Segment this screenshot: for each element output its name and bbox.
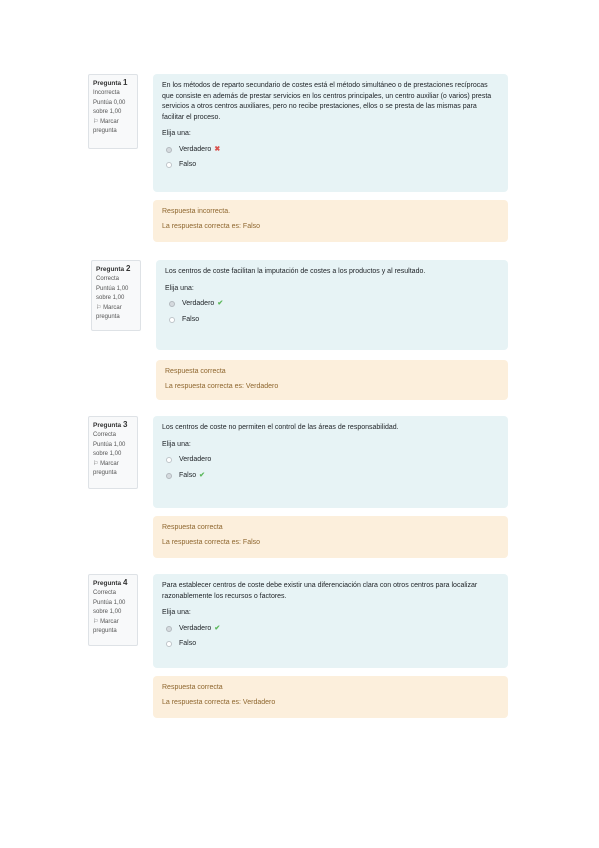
question-feedback: Respuesta correcta La respuesta correcta… xyxy=(153,516,508,558)
incorrect-icon: ✖ xyxy=(214,145,221,153)
answer-option-true[interactable]: Verdadero ✔ xyxy=(166,624,499,635)
feedback-text: Respuesta incorrecta. xyxy=(162,208,231,215)
answer-prompt: Elija una: xyxy=(162,440,191,448)
correct-icon: ✔ xyxy=(199,471,205,479)
question-number-label: Pregunta 3 xyxy=(93,420,128,429)
flag-icon: ⚐ xyxy=(93,461,99,467)
feedback-text: Respuesta correcta xyxy=(162,684,223,691)
question-feedback: Respuesta correcta La respuesta correcta… xyxy=(153,676,508,718)
option-label: Verdadero xyxy=(179,456,212,463)
question-state: Correcta xyxy=(93,431,117,438)
question-grade: Puntúa 1,00 sobre 1,00 xyxy=(96,286,129,301)
flag-question-link[interactable]: ⚐ Marcar pregunta xyxy=(93,118,133,135)
question-feedback: Respuesta correcta La respuesta correcta… xyxy=(156,360,508,400)
question-formulation: Los centros de coste no permiten el cont… xyxy=(153,416,508,508)
answer-prompt: Elija una: xyxy=(162,609,191,616)
question-number-label: Pregunta 2 xyxy=(96,264,131,273)
radio-button[interactable] xyxy=(166,457,172,464)
right-answer-text: La respuesta correcta es: Verdadero xyxy=(162,699,276,706)
flag-question-link[interactable]: ⚐ Marcar pregunta xyxy=(96,304,136,321)
question-grade: Puntúa 1,00 sobre 1,00 xyxy=(93,442,126,457)
answer-option-false[interactable]: Falso xyxy=(166,639,499,650)
question-info: Pregunta 3 Correcta Puntúa 1,00 sobre 1,… xyxy=(88,416,138,489)
option-label: Falso xyxy=(182,315,200,323)
flag-question-link[interactable]: ⚐ Marcar pregunta xyxy=(93,460,133,477)
right-answer-text: La respuesta correcta es: Verdadero xyxy=(165,383,279,390)
question-text: Los centros de coste facilitan la imputa… xyxy=(165,268,426,275)
radio-button[interactable] xyxy=(169,301,175,308)
question-text: Los centros de coste no permiten el cont… xyxy=(162,424,399,431)
answer-option-true[interactable]: Verdadero xyxy=(166,455,499,466)
answer-option-true[interactable]: Verdadero ✔ xyxy=(169,299,499,310)
radio-button[interactable] xyxy=(169,316,175,323)
option-label: Falso xyxy=(179,161,197,168)
question-formulation: En los métodos de reparto secundario de … xyxy=(153,74,508,192)
answer-prompt: Elija una: xyxy=(165,284,194,292)
question-number-label: Pregunta 1 xyxy=(93,78,128,87)
question-formulation: Los centros de coste facilitan la imputa… xyxy=(156,260,508,350)
question-grade: Puntúa 0,00 sobre 1,00 xyxy=(93,100,126,115)
radio-button[interactable] xyxy=(166,146,172,153)
question-feedback: Respuesta incorrecta. La respuesta corre… xyxy=(153,200,508,242)
question-text: En los métodos de reparto secundario de … xyxy=(162,82,492,121)
question-state: Correcta xyxy=(96,275,120,282)
radio-button[interactable] xyxy=(166,472,172,479)
option-label: Falso xyxy=(179,471,197,479)
question-text: Para establecer centros de coste debe ex… xyxy=(162,582,478,600)
correct-icon: ✔ xyxy=(217,300,224,307)
flag-question-link[interactable]: ⚐ Marcar pregunta xyxy=(93,618,133,635)
question-info: Pregunta 1 Incorrecta Puntúa 0,00 sobre … xyxy=(88,74,138,149)
answer-option-false[interactable]: Falso xyxy=(166,160,499,171)
correct-icon: ✔ xyxy=(214,624,221,632)
question-info: Pregunta 4 Correcta Puntúa 1,00 sobre 1,… xyxy=(88,574,138,646)
option-label: Verdadero xyxy=(179,145,212,153)
option-label: Verdadero xyxy=(179,624,212,632)
question-formulation: Para establecer centros de coste debe ex… xyxy=(153,574,508,668)
flag-icon: ⚐ xyxy=(96,305,102,311)
question-state: Incorrecta xyxy=(93,89,120,96)
right-answer-text: La respuesta correcta es: Falso xyxy=(162,223,261,230)
question-state: Correcta xyxy=(93,589,117,596)
answer-option-false[interactable]: Falso ✔ xyxy=(166,471,499,482)
question-info: Pregunta 2 Correcta Puntúa 1,00 sobre 1,… xyxy=(91,260,141,331)
radio-button[interactable] xyxy=(166,641,172,648)
question-grade: Puntúa 1,00 sobre 1,00 xyxy=(93,600,126,615)
feedback-text: Respuesta correcta xyxy=(165,368,226,375)
feedback-text: Respuesta correcta xyxy=(162,524,223,531)
option-label: Verdadero xyxy=(182,300,215,307)
radio-button[interactable] xyxy=(166,162,172,169)
flag-icon: ⚐ xyxy=(93,119,99,125)
answer-option-false[interactable]: Falso xyxy=(169,315,499,326)
answer-prompt: Elija una: xyxy=(162,130,191,137)
radio-button[interactable] xyxy=(166,625,172,632)
option-label: Falso xyxy=(179,640,197,647)
question-number-label: Pregunta 4 xyxy=(93,578,128,587)
right-answer-text: La respuesta correcta es: Falso xyxy=(162,539,261,546)
answer-option-true[interactable]: Verdadero ✖ xyxy=(166,145,499,156)
flag-icon: ⚐ xyxy=(93,619,99,625)
